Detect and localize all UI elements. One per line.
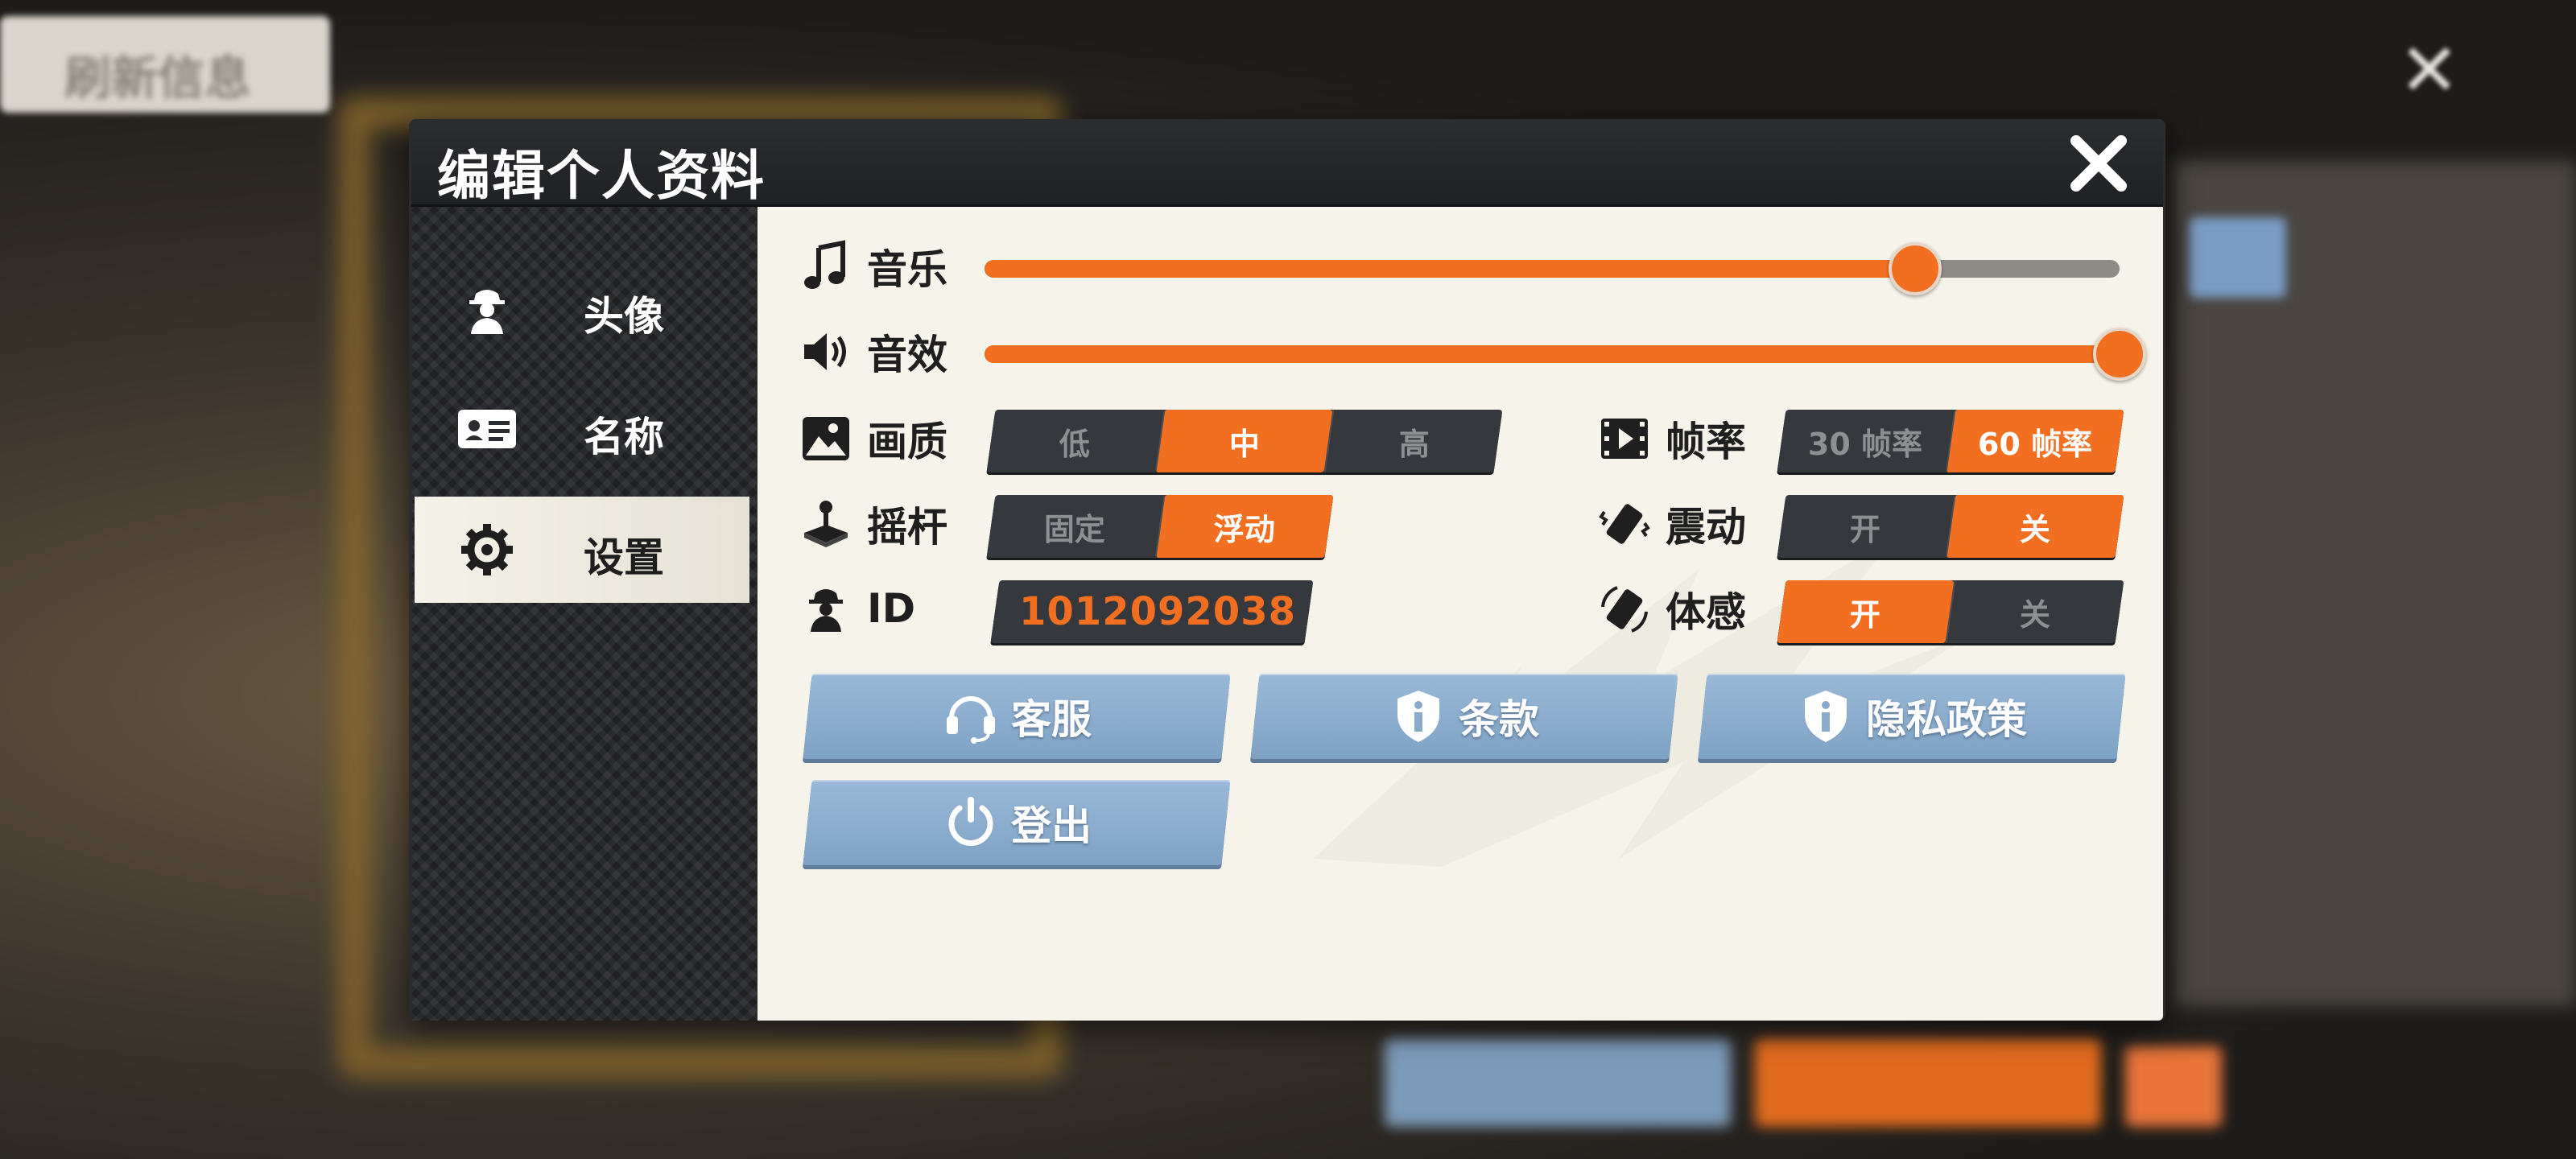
quality-setting: 画质: [798, 410, 947, 468]
terms-button[interactable]: 条款: [1250, 674, 1678, 759]
background-top-left-button-label: 刷新信息: [64, 51, 252, 105]
sfx-volume-handle[interactable]: [2093, 328, 2146, 381]
avatar-icon: [455, 283, 519, 334]
shield-info-icon: [1805, 691, 1847, 742]
motion-label: 体感: [1666, 589, 1746, 636]
spy-icon: [798, 580, 854, 637]
background-top-left-button: 刷新信息: [0, 16, 330, 113]
gear-icon: [455, 524, 519, 575]
vibration-selector: 开 关: [1777, 495, 2124, 558]
logout-button-label: 登出: [1011, 802, 1092, 849]
sidebar-item-avatar[interactable]: 头像: [415, 255, 749, 361]
close-icon: [2070, 135, 2127, 192]
music-note-icon: [798, 238, 854, 295]
quality-option-high[interactable]: 高: [1323, 410, 1503, 472]
sfx-label: 音效: [867, 332, 947, 378]
quality-option-medium[interactable]: 中: [1154, 410, 1333, 472]
sidebar-item-name[interactable]: 名称: [415, 376, 749, 482]
sidebar-item-label: 设置: [584, 534, 664, 581]
speaker-icon: [798, 324, 854, 380]
framerate-setting: 帧率: [1596, 410, 1746, 468]
shield-info-icon: [1397, 691, 1439, 742]
framerate-option-30[interactable]: 30 帧率: [1777, 410, 1955, 472]
logout-button[interactable]: 登出: [803, 780, 1231, 865]
motion-setting: 体感: [1596, 580, 1746, 638]
edit-profile-dialog: 编辑个人资料 头像 名称 设置 音乐 音效 画质 低 中 高 帧率 30 帧率 …: [409, 119, 2165, 1021]
framerate-option-60[interactable]: 60 帧率: [1945, 410, 2124, 472]
joystick-selector: 固定 浮动: [986, 495, 1334, 558]
sidebar: 头像 名称 设置: [411, 207, 758, 1021]
motion-icon: [1596, 581, 1653, 637]
support-button-label: 客服: [1011, 696, 1092, 743]
joystick-setting: 摇杆: [798, 495, 947, 553]
vibration-setting: 震动: [1596, 495, 1746, 553]
sfx-volume-fill: [985, 345, 2120, 363]
motion-option-on[interactable]: 开: [1777, 580, 1955, 643]
music-volume-fill: [985, 260, 1916, 278]
privacy-policy-button-label: 隐私政策: [1866, 696, 2027, 743]
joystick-option-fixed[interactable]: 固定: [987, 495, 1164, 558]
music-volume-handle[interactable]: [1889, 242, 1942, 295]
quality-option-low[interactable]: 低: [987, 410, 1164, 472]
framerate-selector: 30 帧率 60 帧率: [1777, 410, 2124, 472]
quality-selector: 低 中 高: [986, 410, 1503, 472]
motion-selector: 开 关: [1777, 580, 2124, 643]
quality-label: 画质: [867, 419, 947, 465]
vibration-option-on[interactable]: 开: [1777, 495, 1955, 558]
background-button-orange: [1755, 1038, 2101, 1127]
terms-button-label: 条款: [1459, 696, 1539, 743]
image-icon: [798, 410, 854, 467]
headset-icon: [947, 696, 995, 744]
motion-option-off[interactable]: 关: [1945, 580, 2124, 643]
joystick-icon: [798, 496, 854, 552]
id-label: ID: [867, 585, 916, 632]
vibration-label: 震动: [1666, 504, 1746, 551]
music-label: 音乐: [867, 246, 947, 293]
joystick-option-floating[interactable]: 浮动: [1154, 495, 1334, 558]
sidebar-item-label: 头像: [584, 293, 664, 340]
sidebar-item-label: 名称: [584, 414, 664, 460]
music-volume-slider[interactable]: [985, 242, 2120, 295]
sfx-volume-slider[interactable]: [985, 328, 2146, 381]
player-id-value: 1012092038: [1019, 589, 1296, 634]
settings-panel: 音乐 音效 画质 低 中 高 帧率 30 帧率 60 帧率 摇杆 固定 浮动 震…: [758, 207, 2163, 1021]
dialog-title-bar: 编辑个人资料: [411, 122, 2163, 207]
sidebar-item-settings[interactable]: 设置: [415, 497, 749, 603]
background-close-icon: ✕: [2399, 28, 2460, 113]
id-display: ID: [798, 580, 915, 637]
id-card-icon: [455, 403, 519, 455]
background-button-tag: [2190, 217, 2286, 298]
joystick-label: 摇杆: [867, 504, 947, 551]
player-id-field: 1012092038: [990, 580, 1314, 643]
background-button-blue: [1385, 1038, 1731, 1127]
power-icon: [948, 797, 993, 846]
sfx-setting: 音效: [798, 323, 947, 381]
music-setting: 音乐: [798, 237, 947, 295]
background-button-small: [2125, 1046, 2222, 1127]
film-icon: [1596, 410, 1653, 467]
close-button[interactable]: [2066, 131, 2131, 196]
privacy-policy-button[interactable]: 隐私政策: [1698, 674, 2126, 759]
framerate-label: 帧率: [1666, 419, 1746, 465]
dialog-title: 编辑个人资料: [437, 145, 766, 207]
vibrate-icon: [1596, 496, 1653, 552]
support-button[interactable]: 客服: [803, 674, 1231, 759]
vibration-option-off[interactable]: 关: [1945, 495, 2124, 558]
